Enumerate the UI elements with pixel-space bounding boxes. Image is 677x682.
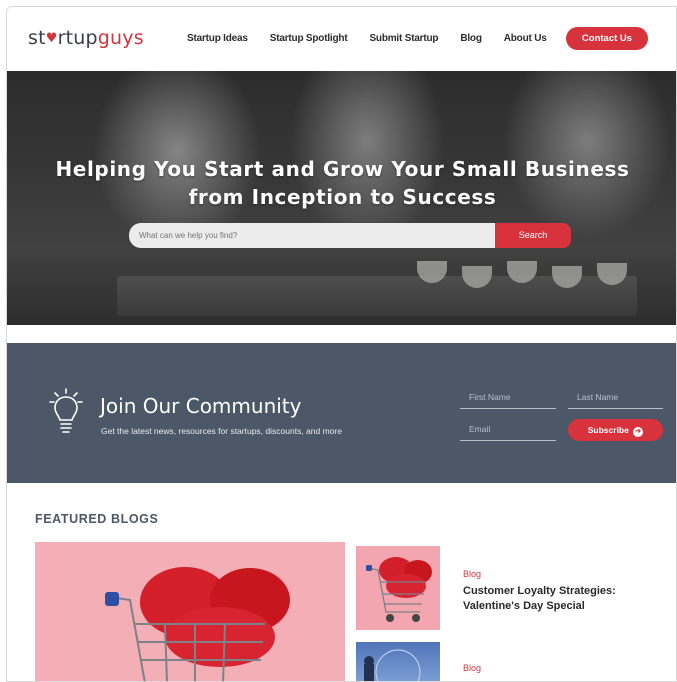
nav-blog[interactable]: Blog bbox=[460, 33, 482, 44]
subscribe-button[interactable]: Subscribe ➔ bbox=[568, 419, 663, 441]
hero-title: Helping You Start and Grow Your Small Bu… bbox=[7, 155, 676, 211]
nav-startup-ideas[interactable]: Startup Ideas bbox=[187, 33, 248, 44]
arrow-right-icon: ➔ bbox=[633, 427, 644, 437]
shopping-cart-thumbnail bbox=[366, 557, 432, 622]
main-nav: Startup Ideas Startup Spotlight Submit S… bbox=[187, 33, 569, 44]
logo-heart-icon: ♥ bbox=[45, 31, 58, 46]
post-title[interactable]: Customer Loyalty Strategies: Valentine's… bbox=[463, 584, 663, 614]
shopping-cart-hearts-image bbox=[105, 567, 290, 681]
browser-page: st♥rtupguys Startup Ideas Startup Spotli… bbox=[6, 6, 677, 682]
search-input[interactable] bbox=[129, 223, 497, 248]
subscribe-label: Subscribe bbox=[587, 425, 629, 435]
post-category[interactable]: Blog bbox=[463, 663, 481, 673]
hero-search: Search bbox=[129, 223, 571, 248]
featured-post-image[interactable] bbox=[35, 542, 345, 681]
logo-text-start: st bbox=[28, 27, 46, 49]
join-community-section: Join Our Community Get the latest news, … bbox=[7, 343, 676, 483]
search-button[interactable]: Search bbox=[495, 223, 571, 248]
community-title: Join Our Community bbox=[100, 394, 302, 418]
lightbulb-icon bbox=[49, 388, 83, 433]
post-category[interactable]: Blog bbox=[463, 569, 481, 579]
blue-office-thumbnail bbox=[364, 649, 421, 681]
first-name-field[interactable]: First Name bbox=[460, 392, 556, 409]
contact-us-button[interactable]: Contact Us bbox=[566, 27, 648, 50]
post-thumbnail[interactable] bbox=[356, 546, 440, 630]
site-header: st♥rtupguys Startup Ideas Startup Spotli… bbox=[7, 7, 676, 71]
featured-blogs-heading: FEATURED BLOGS bbox=[35, 512, 159, 526]
nav-about-us[interactable]: About Us bbox=[504, 33, 547, 44]
logo-text-middle: rtup bbox=[57, 27, 98, 49]
nav-startup-spotlight[interactable]: Startup Spotlight bbox=[270, 33, 348, 44]
post-thumbnail[interactable] bbox=[356, 642, 440, 681]
nav-submit-startup[interactable]: Submit Startup bbox=[369, 33, 438, 44]
logo-text-end: guys bbox=[97, 27, 144, 49]
hero-title-line1: Helping You Start and Grow Your Small Bu… bbox=[55, 157, 630, 181]
hero-title-line2: from Inception to Success bbox=[188, 185, 497, 209]
community-subtitle: Get the latest news, resources for start… bbox=[101, 426, 342, 436]
site-logo[interactable]: st♥rtupguys bbox=[28, 27, 144, 49]
hero-banner: Helping You Start and Grow Your Small Bu… bbox=[7, 71, 676, 325]
last-name-field[interactable]: Last Name bbox=[568, 392, 663, 409]
email-field[interactable]: Email bbox=[460, 424, 556, 441]
